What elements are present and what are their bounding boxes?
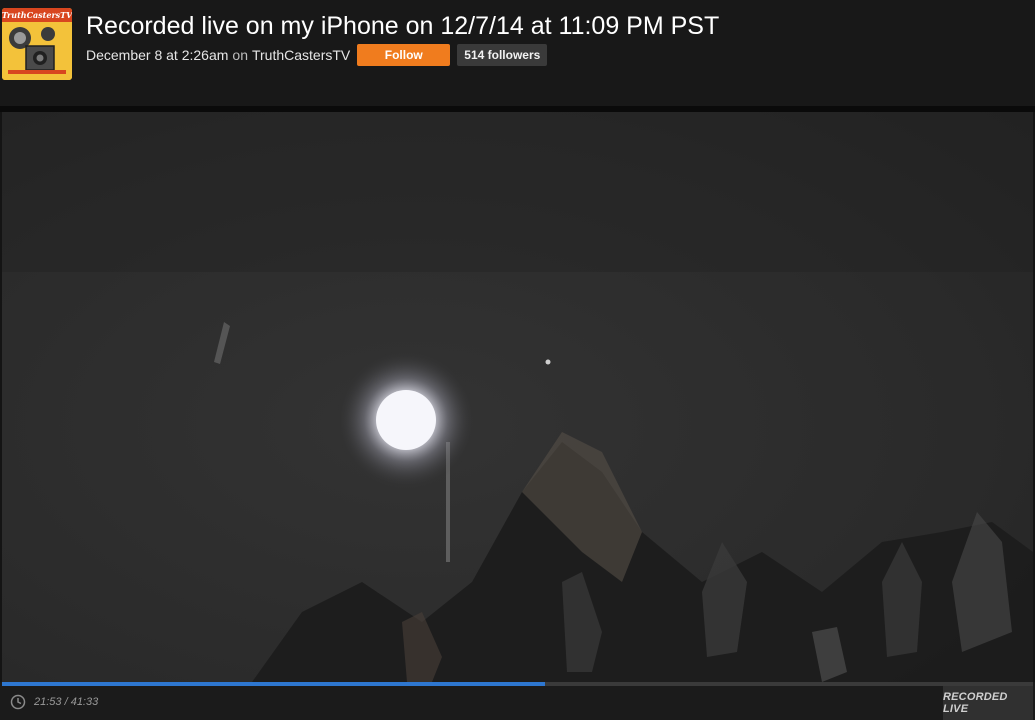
avatar-camera-icon: TruthCastersTV: [2, 8, 72, 80]
video-frame[interactable]: [2, 112, 1033, 682]
follow-button[interactable]: Follow: [357, 44, 451, 66]
posted-date: December 8 at 2:26am: [86, 47, 229, 63]
video-header: TruthCastersTV Recorded live on my iPhon…: [0, 0, 1035, 106]
progress-fill: [2, 682, 545, 686]
clock-icon: [10, 694, 26, 710]
followers-count-badge: 514 followers: [457, 44, 548, 66]
player-controls: 21:53 / 41:33 RECORDED LIVE: [0, 682, 1035, 720]
channel-avatar[interactable]: TruthCastersTV: [2, 8, 72, 80]
video-scene: [2, 112, 1033, 682]
video-title: Recorded live on my iPhone on 12/7/14 at…: [86, 12, 720, 40]
recorded-live-badge: RECORDED LIVE: [943, 686, 1033, 720]
time-display: 21:53 / 41:33: [34, 696, 99, 708]
video-meta: December 8 at 2:26am on TruthCastersTV F…: [86, 44, 548, 66]
channel-name-link[interactable]: TruthCastersTV: [252, 47, 350, 63]
progress-bar[interactable]: [2, 682, 1033, 686]
avatar-logo-text: TruthCastersTV: [2, 10, 72, 20]
on-text: on: [232, 47, 248, 63]
